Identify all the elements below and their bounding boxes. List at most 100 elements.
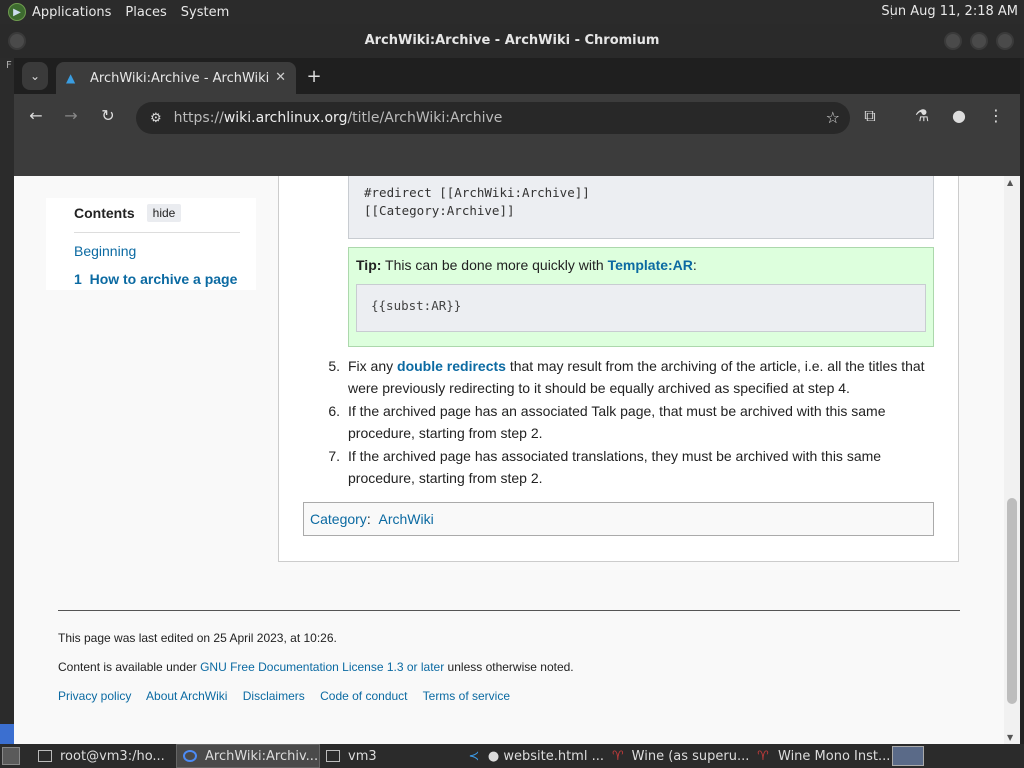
address-bar[interactable]: ⚙ https://wiki.archlinux.org/title/ArchW… — [136, 102, 850, 134]
close-tab-icon[interactable]: ✕ — [275, 70, 286, 85]
reload-button[interactable]: ↻ — [96, 106, 120, 125]
back-button[interactable]: ← — [24, 106, 48, 125]
category-separator: : — [366, 511, 371, 527]
tab-archwiki-archive[interactable]: ▲ ArchWiki:Archive - ArchWiki ✕ — [56, 62, 296, 94]
site-info-icon[interactable]: ⚙ — [150, 111, 162, 126]
bookmark-bar — [14, 142, 1020, 176]
last-edited: This page was last edited on 25 April 20… — [58, 631, 337, 645]
task-terminal[interactable]: root@vm3:/ho... — [32, 744, 172, 768]
toc-title: Contents — [74, 205, 135, 221]
template-ar-link[interactable]: Template:AR — [608, 257, 693, 273]
arrow-left-icon: ← — [29, 106, 43, 125]
code-line: [[Category:Archive]] — [364, 203, 515, 218]
gfdl-license-link[interactable]: GNU Free Documentation License 1.3 or la… — [200, 660, 444, 674]
double-redirects-link[interactable]: double redirects — [397, 358, 506, 374]
plus-icon: + — [306, 66, 322, 87]
window-menu-button[interactable] — [8, 32, 26, 50]
license-notice: Content is available under GNU Free Docu… — [58, 660, 574, 674]
tip-box: Tip: This can be done more quickly with … — [348, 247, 934, 347]
category-archwiki-link[interactable]: ArchWiki — [378, 511, 433, 527]
page-viewport: Contents hide Beginning 1 How to archive… — [14, 176, 1004, 744]
show-desktop-button[interactable] — [2, 747, 20, 765]
page-footer: This page was last edited on 25 April 20… — [58, 631, 574, 718]
step-text: Fix any — [348, 358, 398, 374]
scrollbar-thumb[interactable] — [1007, 498, 1017, 704]
list-item: 7. If the archived page has associated tr… — [326, 445, 926, 489]
chevron-down-icon: ⌄ — [29, 69, 41, 83]
footer-links: Privacy policy About ArchWiki Disclaimer… — [58, 689, 574, 703]
license-text: Content is available under — [58, 660, 201, 674]
toc-hide-button[interactable]: hide — [146, 204, 182, 222]
list-item: 6. If the archived page has an associated… — [326, 400, 926, 444]
system-top-panel: ▶ Applications Places System Sun Aug 11,… — [0, 0, 1024, 24]
chromium-icon — [183, 750, 197, 762]
maximize-button[interactable] — [970, 32, 988, 50]
applications-menu-icon[interactable]: ▶ — [8, 3, 26, 21]
terminal-icon — [38, 750, 52, 762]
task-label: ArchWiki:Archiv... — [205, 748, 319, 764]
table-of-contents: Contents hide Beginning 1 How to archive… — [46, 198, 256, 290]
toc-item-how-to-archive[interactable]: 1 How to archive a page — [74, 271, 256, 287]
article-body: #redirect [[ArchWiki:Archive]] [[Categor… — [278, 176, 959, 562]
toc-item-label: How to archive a page — [89, 271, 238, 287]
task-label: Wine (as superu... — [631, 748, 748, 764]
privacy-policy-link[interactable]: Privacy policy — [58, 689, 131, 703]
terms-of-service-link[interactable]: Terms of service — [423, 689, 510, 703]
labs-flask-icon[interactable]: ⚗ — [910, 106, 934, 125]
desktop-left-strip: F — [0, 58, 14, 744]
about-archwiki-link[interactable]: About ArchWiki — [146, 689, 227, 703]
wine-glass-icon: ♈ — [612, 748, 624, 764]
list-item: 5. Fix any double redirects that may resu… — [326, 355, 926, 399]
clock[interactable]: Sun Aug 11, 2:18 AM — [881, 4, 1018, 19]
url-host: wiki.archlinux.org — [223, 110, 348, 126]
system-menu[interactable]: System — [181, 5, 229, 20]
minimize-button[interactable] — [944, 32, 962, 50]
license-text: unless otherwise noted. — [444, 660, 574, 674]
task-file-manager[interactable]: vm3 — [320, 744, 460, 768]
left-strip-indicator — [0, 724, 14, 744]
url-prefix: https:// — [173, 110, 224, 126]
toc-item-beginning[interactable]: Beginning — [74, 243, 256, 259]
tab-search-button[interactable]: ⌄ — [22, 62, 48, 90]
workspace-switcher[interactable] — [892, 746, 924, 766]
applications-menu[interactable]: Applications — [32, 5, 111, 20]
places-menu[interactable]: Places — [125, 5, 166, 20]
step-number: 7. — [328, 448, 340, 464]
browser-toolbar: ← → ↻ ⚙ https://wiki.archlinux.org/title… — [14, 94, 1020, 142]
close-window-button[interactable] — [996, 32, 1014, 50]
profile-avatar-icon[interactable]: ● — [947, 106, 971, 125]
wine-glass-icon: ♈ — [757, 748, 769, 764]
scroll-down-arrow-icon[interactable]: ▼ — [1007, 733, 1013, 742]
disclaimers-link[interactable]: Disclaimers — [243, 689, 305, 703]
extensions-icon[interactable]: ⧉ — [858, 106, 882, 126]
task-label: ● website.html ... — [487, 748, 604, 764]
task-chromium[interactable]: ArchWiki:Archiv... — [176, 744, 320, 768]
tab-title: ArchWiki:Archive - ArchWiki — [90, 70, 270, 86]
arrow-right-icon: → — [64, 106, 78, 125]
task-vscode[interactable]: ≺ ● website.html ... — [462, 744, 604, 768]
task-wine[interactable]: ♈ Wine (as superu... — [606, 744, 748, 768]
tip-colon: : — [692, 257, 697, 273]
kebab-menu-icon[interactable]: ⋮ — [984, 106, 1008, 125]
tip-label: Tip: — [356, 257, 382, 273]
category-link[interactable]: Category — [310, 511, 367, 527]
tab-strip: ⌄ ▲ ArchWiki:Archive - ArchWiki ✕ + — [14, 58, 1020, 94]
task-wine-mono[interactable]: ♈ Wine Mono Inst... — [750, 744, 892, 768]
window-titlebar[interactable]: ArchWiki:Archive - ArchWiki - Chromium — [0, 24, 1024, 58]
reload-icon: ↻ — [101, 106, 115, 125]
code-of-conduct-link[interactable]: Code of conduct — [320, 689, 407, 703]
window-title: ArchWiki:Archive - ArchWiki - Chromium — [364, 33, 660, 48]
task-label: Wine Mono Inst... — [778, 748, 891, 764]
step-text: If the archived page has associated tran… — [348, 448, 882, 486]
new-tab-button[interactable]: + — [304, 66, 324, 87]
scroll-up-arrow-icon[interactable]: ▲ — [1007, 178, 1013, 187]
taskbar: root@vm3:/ho... ArchWiki:Archiv... vm3 ≺… — [0, 744, 1024, 768]
toc-divider — [74, 232, 240, 233]
bookmark-star-icon[interactable]: ☆ — [826, 108, 840, 127]
footer-divider — [58, 610, 960, 611]
forward-button[interactable]: → — [59, 106, 83, 125]
task-label: root@vm3:/ho... — [60, 748, 165, 764]
page-scrollbar[interactable]: ▲ ▼ — [1004, 176, 1020, 744]
step-number: 6. — [328, 403, 340, 419]
step-number: 5. — [328, 358, 340, 374]
